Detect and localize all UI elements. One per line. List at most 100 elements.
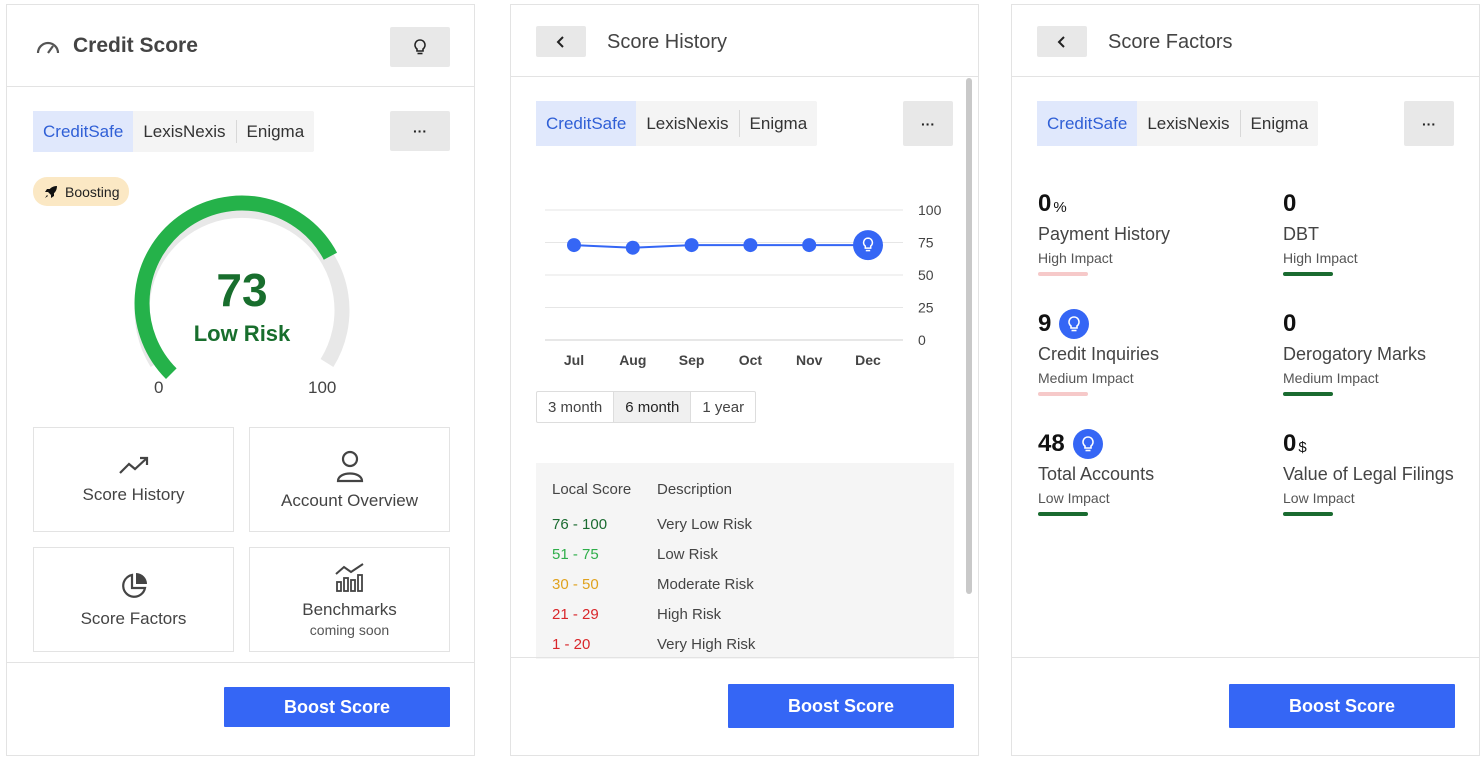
more-options-button[interactable]: ··· [390, 111, 450, 151]
tile-label: Score History [82, 484, 185, 504]
factor-name: DBT [1283, 224, 1319, 244]
range-selector: 3 month 6 month 1 year [536, 391, 757, 423]
factor-value: 48 [1038, 430, 1065, 457]
legend-description: Moderate Risk [657, 576, 754, 593]
bureau-selector: CreditSafe LexisNexis Enigma [536, 101, 818, 146]
data-point-highlight [853, 230, 883, 261]
legend-description: Very Low Risk [657, 516, 753, 533]
bureau-tab-creditsafe[interactable]: CreditSafe [33, 111, 134, 152]
status-badge: Boosting [33, 177, 130, 206]
boost-score-button[interactable]: Boost Score [224, 687, 450, 727]
bureau-tab-enigma[interactable]: Enigma [1241, 101, 1319, 146]
y-tick-label: 0 [918, 332, 926, 348]
factor-impact: Low Impact [1038, 490, 1110, 506]
range-6-month[interactable]: 6 month [613, 392, 692, 422]
impact-bar [1038, 392, 1088, 396]
bureau-tab-enigma[interactable]: Enigma [740, 101, 818, 146]
back-button[interactable] [1037, 26, 1087, 57]
x-tick-label: Oct [739, 352, 763, 368]
bureau-tab-lexisnexis[interactable]: LexisNexis [636, 101, 738, 146]
more-options-button[interactable]: ··· [1404, 101, 1454, 146]
factor-value: 9 [1038, 310, 1052, 337]
gauge-min-label: 0 [154, 378, 164, 397]
tile-score-history[interactable]: Score History [33, 427, 234, 532]
page-title: Score Factors [1108, 31, 1233, 53]
bureau-tab-lexisnexis[interactable]: LexisNexis [1137, 101, 1239, 146]
factor-value-row: 0 [1283, 308, 1483, 340]
trending-up-icon [118, 456, 148, 474]
factor-name: Payment History [1038, 224, 1171, 244]
bureau-selector: CreditSafe LexisNexis Enigma [33, 111, 315, 152]
score-factors-panel: Score Factors CreditSafe LexisNexis Enig… [1011, 4, 1480, 756]
legend-range: 30 - 50 [552, 576, 599, 593]
impact-bar [1283, 392, 1333, 396]
tile-account-overview[interactable]: Account Overview [249, 427, 450, 532]
scrollbar[interactable] [966, 78, 972, 594]
factor-name: Value of Legal Filings [1283, 464, 1454, 484]
x-tick-label: Nov [796, 352, 823, 368]
lightbulb-icon[interactable] [1059, 309, 1090, 339]
y-tick-label: 100 [918, 202, 942, 218]
bureau-tab-creditsafe[interactable]: CreditSafe [1037, 101, 1138, 146]
badge-label: Boosting [65, 183, 120, 200]
factor-value: 0 [1283, 190, 1297, 217]
tip-button[interactable] [390, 27, 450, 67]
data-point [743, 238, 758, 253]
back-button[interactable] [536, 26, 586, 57]
tile-benchmarks[interactable]: Benchmarks coming soon [249, 547, 450, 652]
tile-sublabel: coming soon [309, 621, 390, 638]
data-point [567, 238, 581, 253]
bureau-tab-creditsafe[interactable]: CreditSafe [536, 101, 637, 146]
x-tick-label: Aug [619, 352, 646, 368]
score-value: 73 [216, 264, 268, 316]
tile-label: Account Overview [281, 490, 418, 510]
x-tick-label: Jul [564, 352, 584, 368]
page-title: Credit Score [73, 34, 198, 57]
factor-item: 0 $ Value of Legal Filings Low Impact [1283, 428, 1483, 516]
impact-bar [1038, 512, 1088, 516]
tile-score-factors[interactable]: Score Factors [33, 547, 234, 652]
page-title: Score History [607, 31, 728, 53]
more-icon: ··· [1422, 115, 1436, 132]
rocket-icon [45, 185, 57, 198]
factor-item: 0 DBT High Impact [1283, 188, 1483, 276]
score-factors-footer: Boost Score [1012, 657, 1479, 755]
lightbulb-icon [414, 39, 426, 55]
data-point [684, 238, 699, 253]
factor-value: 0 [1283, 430, 1297, 457]
boost-score-button[interactable]: Boost Score [728, 684, 954, 728]
lightbulb-icon[interactable] [1072, 429, 1103, 459]
y-tick-label: 25 [918, 300, 934, 316]
factor-item: 0% Payment History High Impact [1038, 188, 1253, 276]
chevron-left-icon [1057, 35, 1065, 48]
credit-score-panel: Credit Score CreditSafe LexisNexis Enigm… [6, 4, 475, 756]
bureau-tab-enigma[interactable]: Enigma [237, 111, 315, 152]
boost-score-button[interactable]: Boost Score [1229, 684, 1455, 728]
legend-description: Very High Risk [657, 636, 756, 653]
user-icon [336, 450, 363, 482]
credit-score-footer: Boost Score [7, 662, 474, 755]
factor-item: 9 Credit Inquiries Medium Impact [1038, 308, 1253, 396]
bureau-tab-lexisnexis[interactable]: LexisNexis [133, 111, 235, 152]
legend-range: 51 - 75 [552, 546, 599, 563]
range-3-month[interactable]: 3 month [537, 392, 613, 422]
tile-label: Benchmarks [302, 599, 397, 619]
y-tick-label: 50 [918, 267, 934, 283]
factor-impact: High Impact [1038, 250, 1113, 266]
factor-name: Derogatory Marks [1283, 344, 1427, 364]
factor-name: Total Accounts [1038, 464, 1155, 484]
factor-unit: $ [1298, 438, 1307, 456]
score-gauge: 73 Low Risk 0 100 [117, 195, 367, 397]
series-line [573, 244, 868, 249]
legend-col-description: Description [657, 481, 733, 498]
legend-range: 1 - 20 [552, 636, 591, 653]
gauge-max-label: 100 [308, 378, 337, 397]
x-tick-label: Dec [855, 352, 881, 368]
score-history-header: Score History [511, 5, 978, 77]
factor-value: 0 [1038, 190, 1052, 217]
score-history-footer: Boost Score [511, 657, 978, 755]
impact-bar [1038, 272, 1088, 276]
range-1-year[interactable]: 1 year [691, 392, 755, 422]
data-point [625, 240, 640, 255]
more-options-button[interactable]: ··· [903, 101, 953, 146]
